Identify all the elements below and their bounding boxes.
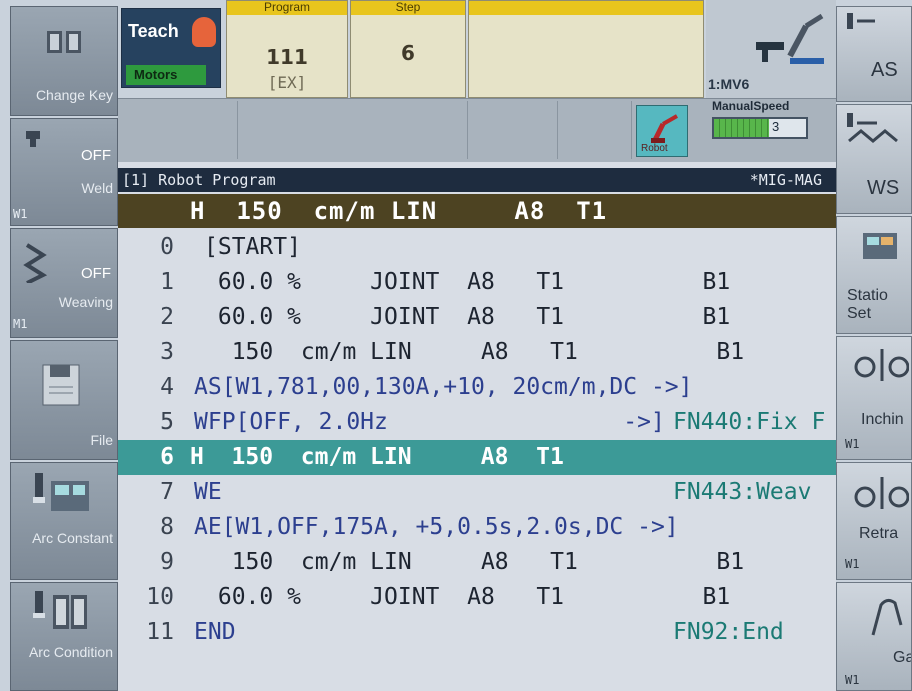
weaving-state: OFF (81, 265, 111, 282)
weaving-toggle-button[interactable]: OFF Weaving M1 (10, 228, 118, 338)
program-line[interactable]: 2 60.0 % JOINT A8 T1 B1 (118, 300, 836, 335)
program-number: 111 (266, 45, 308, 69)
floppy-disk-icon (42, 364, 80, 406)
weld-toggle-button[interactable]: OFF Weld W1 (10, 118, 118, 226)
arc-start-icon (847, 13, 875, 29)
mechanism-label: 1:MV6 (708, 76, 750, 92)
teach-hand-icon (192, 17, 216, 47)
robot-arm-icon (756, 13, 824, 64)
manual-speed-value: 3 (772, 119, 780, 134)
change-key-button[interactable]: Change Key (10, 6, 118, 116)
torch-icon (26, 131, 40, 147)
weave-start-button[interactable]: WS (836, 104, 912, 214)
manual-speed-label: ManualSpeed (712, 99, 790, 113)
retract-tag: W1 (845, 557, 860, 571)
change-key-label: Change Key (35, 87, 113, 103)
weave-icon (23, 243, 48, 283)
program-field[interactable]: Program 111 [EX] (226, 0, 348, 98)
arc-constant-label: Arc Constant (32, 530, 113, 546)
left-softkey-column: Change Key OFF Weld W1 OFF Weaving M1 Fi… (10, 6, 118, 691)
status-cell-1 (118, 101, 238, 159)
process-label: *MIG-MAG (749, 171, 822, 189)
program-line[interactable]: 1 60.0 % JOINT A8 T1 B1 (118, 265, 836, 300)
retract-label: Retra (859, 525, 899, 542)
manual-speed-bar: 3 (712, 117, 808, 139)
inching-icon (854, 349, 909, 381)
program-line[interactable]: 11 END FN92:End (118, 615, 836, 650)
station-icon (863, 233, 897, 259)
inching-button[interactable]: Inchin W1 (836, 336, 912, 460)
manual-speed-fill (714, 119, 770, 137)
arc-start-label: AS (871, 59, 898, 81)
robot-icon (651, 114, 678, 143)
program-line[interactable]: 8 AE[W1,OFF,175A, +5,0.5s,2.0s,DC ->] (118, 510, 836, 545)
program-title-bar: [1] Robot Program *MIG-MAG (118, 168, 836, 192)
program-line[interactable]: 4 AS[W1,781,00,130A,+10, 20cm/m,DC ->] (118, 370, 836, 405)
robot-program-panel: [1] Robot Program *MIG-MAG H 150 cm/m LI… (118, 162, 836, 691)
info-field (468, 0, 704, 98)
file-button[interactable]: File (10, 340, 118, 460)
step-value: 6 (401, 41, 415, 65)
status-cell-2 (238, 101, 468, 159)
arc-condition-label: Arc Condition (28, 644, 113, 660)
arc-start-button[interactable]: AS (836, 6, 912, 102)
program-sub: [EX] (267, 73, 307, 92)
program-line[interactable]: 5 WFP[OFF, 2.0Hz ->] FN440:Fix F (118, 405, 836, 440)
arc-constant-icon (33, 473, 89, 511)
station-set-label: Statio Set (847, 287, 888, 322)
retract-button[interactable]: Retra W1 (836, 462, 912, 580)
arc-condition-icon (33, 591, 87, 629)
program-line[interactable]: 10 60.0 % JOINT A8 T1 B1 (118, 580, 836, 615)
weld-tag: W1 (13, 207, 28, 221)
program-line[interactable]: 9 150 cm/m LIN A8 T1 B1 (118, 545, 836, 580)
robot-button-label: Robot (641, 143, 668, 154)
retract-icon (854, 477, 909, 509)
info-header (469, 1, 703, 15)
program-line[interactable]: 7 WE FN443:Weav (118, 475, 836, 510)
gas-label: Ga (893, 649, 911, 666)
right-softkey-column: AS WS Statio Set Inchin W1 Retra W1 G W1 (836, 6, 912, 691)
mechanism-box[interactable]: 1:MV6 (706, 0, 836, 98)
teach-pendant-screen: Change Key OFF Weld W1 OFF Weaving M1 Fi… (0, 0, 912, 691)
mode-indicator[interactable]: Teach Motors (121, 8, 221, 88)
motors-indicator: Motors (126, 65, 206, 85)
manual-speed[interactable]: ManualSpeed 3 (708, 99, 836, 161)
status-cell-3 (468, 101, 558, 159)
program-header: Program (227, 1, 347, 15)
gas-button[interactable]: Ga W1 (836, 582, 912, 691)
robot-select-button[interactable]: Robot (636, 105, 688, 157)
step-header: Step (351, 1, 465, 15)
current-step-line: H 150 cm/m LIN A8 T1 (118, 194, 836, 228)
arc-condition-button[interactable]: Arc Condition (10, 582, 118, 691)
mode-label: Teach (128, 21, 179, 41)
weave-start-icon (847, 113, 898, 143)
step-field[interactable]: Step 6 (350, 0, 466, 98)
inching-tag: W1 (845, 437, 860, 451)
weld-label: Weld (81, 180, 113, 196)
weaving-tag: M1 (13, 317, 28, 331)
gas-icon (871, 598, 903, 636)
station-set-button[interactable]: Statio Set (836, 216, 912, 334)
program-line[interactable]: 3 150 cm/m LIN A8 T1 B1 (118, 335, 836, 370)
weave-start-label: WS (867, 177, 900, 199)
book-icon (47, 31, 81, 53)
arc-constant-button[interactable]: Arc Constant (10, 462, 118, 580)
weaving-label: Weaving (58, 294, 113, 310)
file-label: File (90, 432, 113, 448)
program-title: [1] Robot Program (122, 171, 276, 189)
program-line[interactable]: 0 [START] (118, 230, 836, 265)
program-line-selected[interactable]: 6H 150 cm/m LIN A8 T1 (118, 440, 836, 475)
gas-tag: W1 (845, 673, 860, 687)
status-row-2: Robot ManualSpeed 3 (118, 98, 836, 162)
inching-label: Inchin (861, 411, 904, 428)
status-cell-4 (558, 101, 632, 159)
weld-state: OFF (81, 147, 111, 164)
